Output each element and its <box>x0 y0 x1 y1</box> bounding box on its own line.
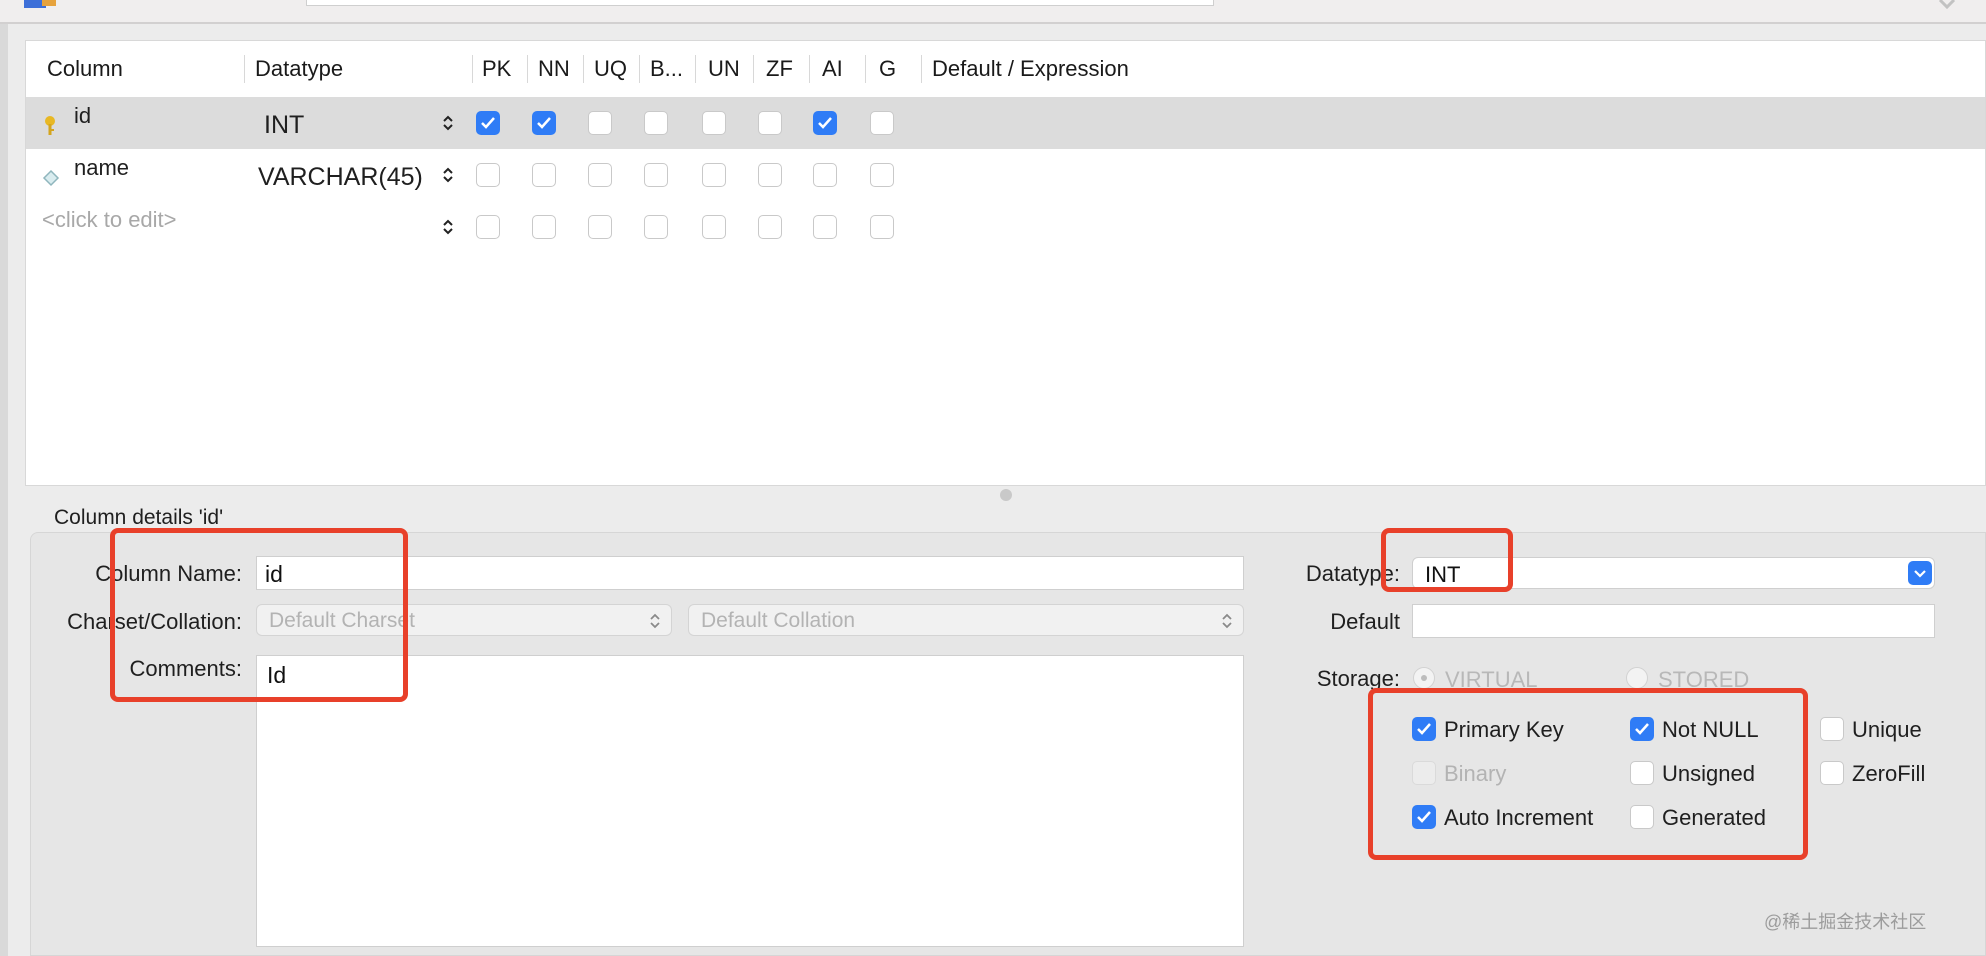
stepper-icon[interactable] <box>441 164 455 186</box>
uq-checkbox[interactable] <box>588 111 612 135</box>
splitter-handle[interactable] <box>1000 489 1012 501</box>
zerofill-label: ZeroFill <box>1852 761 1926 786</box>
datatype-cell[interactable]: VARCHAR(45) <box>258 163 423 192</box>
header-g[interactable]: G <box>879 41 896 97</box>
zf-checkbox[interactable] <box>758 163 782 187</box>
ai-checkbox[interactable] <box>813 215 837 239</box>
un-checkbox[interactable] <box>702 111 726 135</box>
header-column[interactable]: Column <box>47 41 123 97</box>
un-checkbox[interactable] <box>702 215 726 239</box>
new-column-row[interactable]: <click to edit> <box>26 201 1985 253</box>
annotation-highlight <box>110 528 408 702</box>
header-binary[interactable]: B... <box>650 41 683 97</box>
ai-checkbox[interactable] <box>813 163 837 187</box>
default-label: Default <box>1330 609 1400 634</box>
columns-grid: Column Datatype PK NN UQ B... UN ZF AI G… <box>25 40 1986 486</box>
header-un[interactable]: UN <box>708 41 740 97</box>
binary-checkbox[interactable] <box>644 215 668 239</box>
zf-checkbox[interactable] <box>758 111 782 135</box>
storage-virtual-radio[interactable] <box>1413 667 1435 689</box>
stepper-icon[interactable] <box>441 112 455 134</box>
pk-checkbox[interactable] <box>476 163 500 187</box>
g-checkbox[interactable] <box>870 111 894 135</box>
column-diamond-icon <box>42 169 60 187</box>
click-to-edit-placeholder[interactable]: <click to edit> <box>42 207 177 233</box>
top-toolbar <box>0 0 1986 24</box>
zerofill-checkbox[interactable] <box>1820 761 1844 785</box>
uq-checkbox[interactable] <box>588 215 612 239</box>
chevron-down-icon[interactable] <box>1908 561 1932 585</box>
window-edge <box>0 24 8 956</box>
g-checkbox[interactable] <box>870 163 894 187</box>
g-checkbox[interactable] <box>870 215 894 239</box>
chevron-down-icon[interactable] <box>1936 0 1958 12</box>
collation-dropdown[interactable]: Default Collation <box>688 604 1244 636</box>
header-zf[interactable]: ZF <box>766 41 793 97</box>
header-ai[interactable]: AI <box>822 41 843 97</box>
nn-checkbox[interactable] <box>532 163 556 187</box>
updown-arrows-icon <box>650 613 660 629</box>
default-input[interactable] <box>1412 604 1935 638</box>
header-default-expression[interactable]: Default / Expression <box>932 41 1129 97</box>
column-name-cell[interactable]: name <box>74 155 129 181</box>
column-name-cell[interactable]: id <box>74 103 91 129</box>
table-editor-icon <box>24 0 56 8</box>
unique-label: Unique <box>1852 717 1922 742</box>
watermark: @稀土掘金技术社区 <box>1764 912 1927 932</box>
un-checkbox[interactable] <box>702 163 726 187</box>
annotation-highlight <box>1381 528 1513 592</box>
nn-checkbox[interactable] <box>532 111 556 135</box>
annotation-highlight <box>1368 688 1808 860</box>
header-datatype[interactable]: Datatype <box>255 41 343 97</box>
header-nn[interactable]: NN <box>538 41 570 97</box>
pk-checkbox[interactable] <box>476 215 500 239</box>
binary-checkbox[interactable] <box>644 111 668 135</box>
header-uq[interactable]: UQ <box>594 41 627 97</box>
uq-checkbox[interactable] <box>588 163 612 187</box>
grid-header: Column Datatype PK NN UQ B... UN ZF AI G… <box>26 41 1985 97</box>
primary-key-icon <box>45 116 55 135</box>
header-pk[interactable]: PK <box>482 41 511 97</box>
zf-checkbox[interactable] <box>758 215 782 239</box>
table-name-field[interactable] <box>306 0 1214 6</box>
updown-arrows-icon <box>1222 613 1232 629</box>
binary-checkbox[interactable] <box>644 163 668 187</box>
nn-checkbox[interactable] <box>532 215 556 239</box>
table-row[interactable]: id INT <box>26 97 1985 149</box>
datatype-label: Datatype: <box>1305 561 1400 586</box>
stepper-icon[interactable] <box>441 216 455 238</box>
pk-checkbox[interactable] <box>476 111 500 135</box>
unique-checkbox[interactable] <box>1820 717 1844 741</box>
ai-checkbox[interactable] <box>813 111 837 135</box>
table-row[interactable]: name VARCHAR(45) <box>26 149 1985 201</box>
collation-value: Default Collation <box>701 609 856 632</box>
storage-stored-radio[interactable] <box>1626 667 1648 689</box>
column-details-title: Column details 'id' <box>54 506 224 529</box>
datatype-cell[interactable]: INT <box>264 111 304 140</box>
